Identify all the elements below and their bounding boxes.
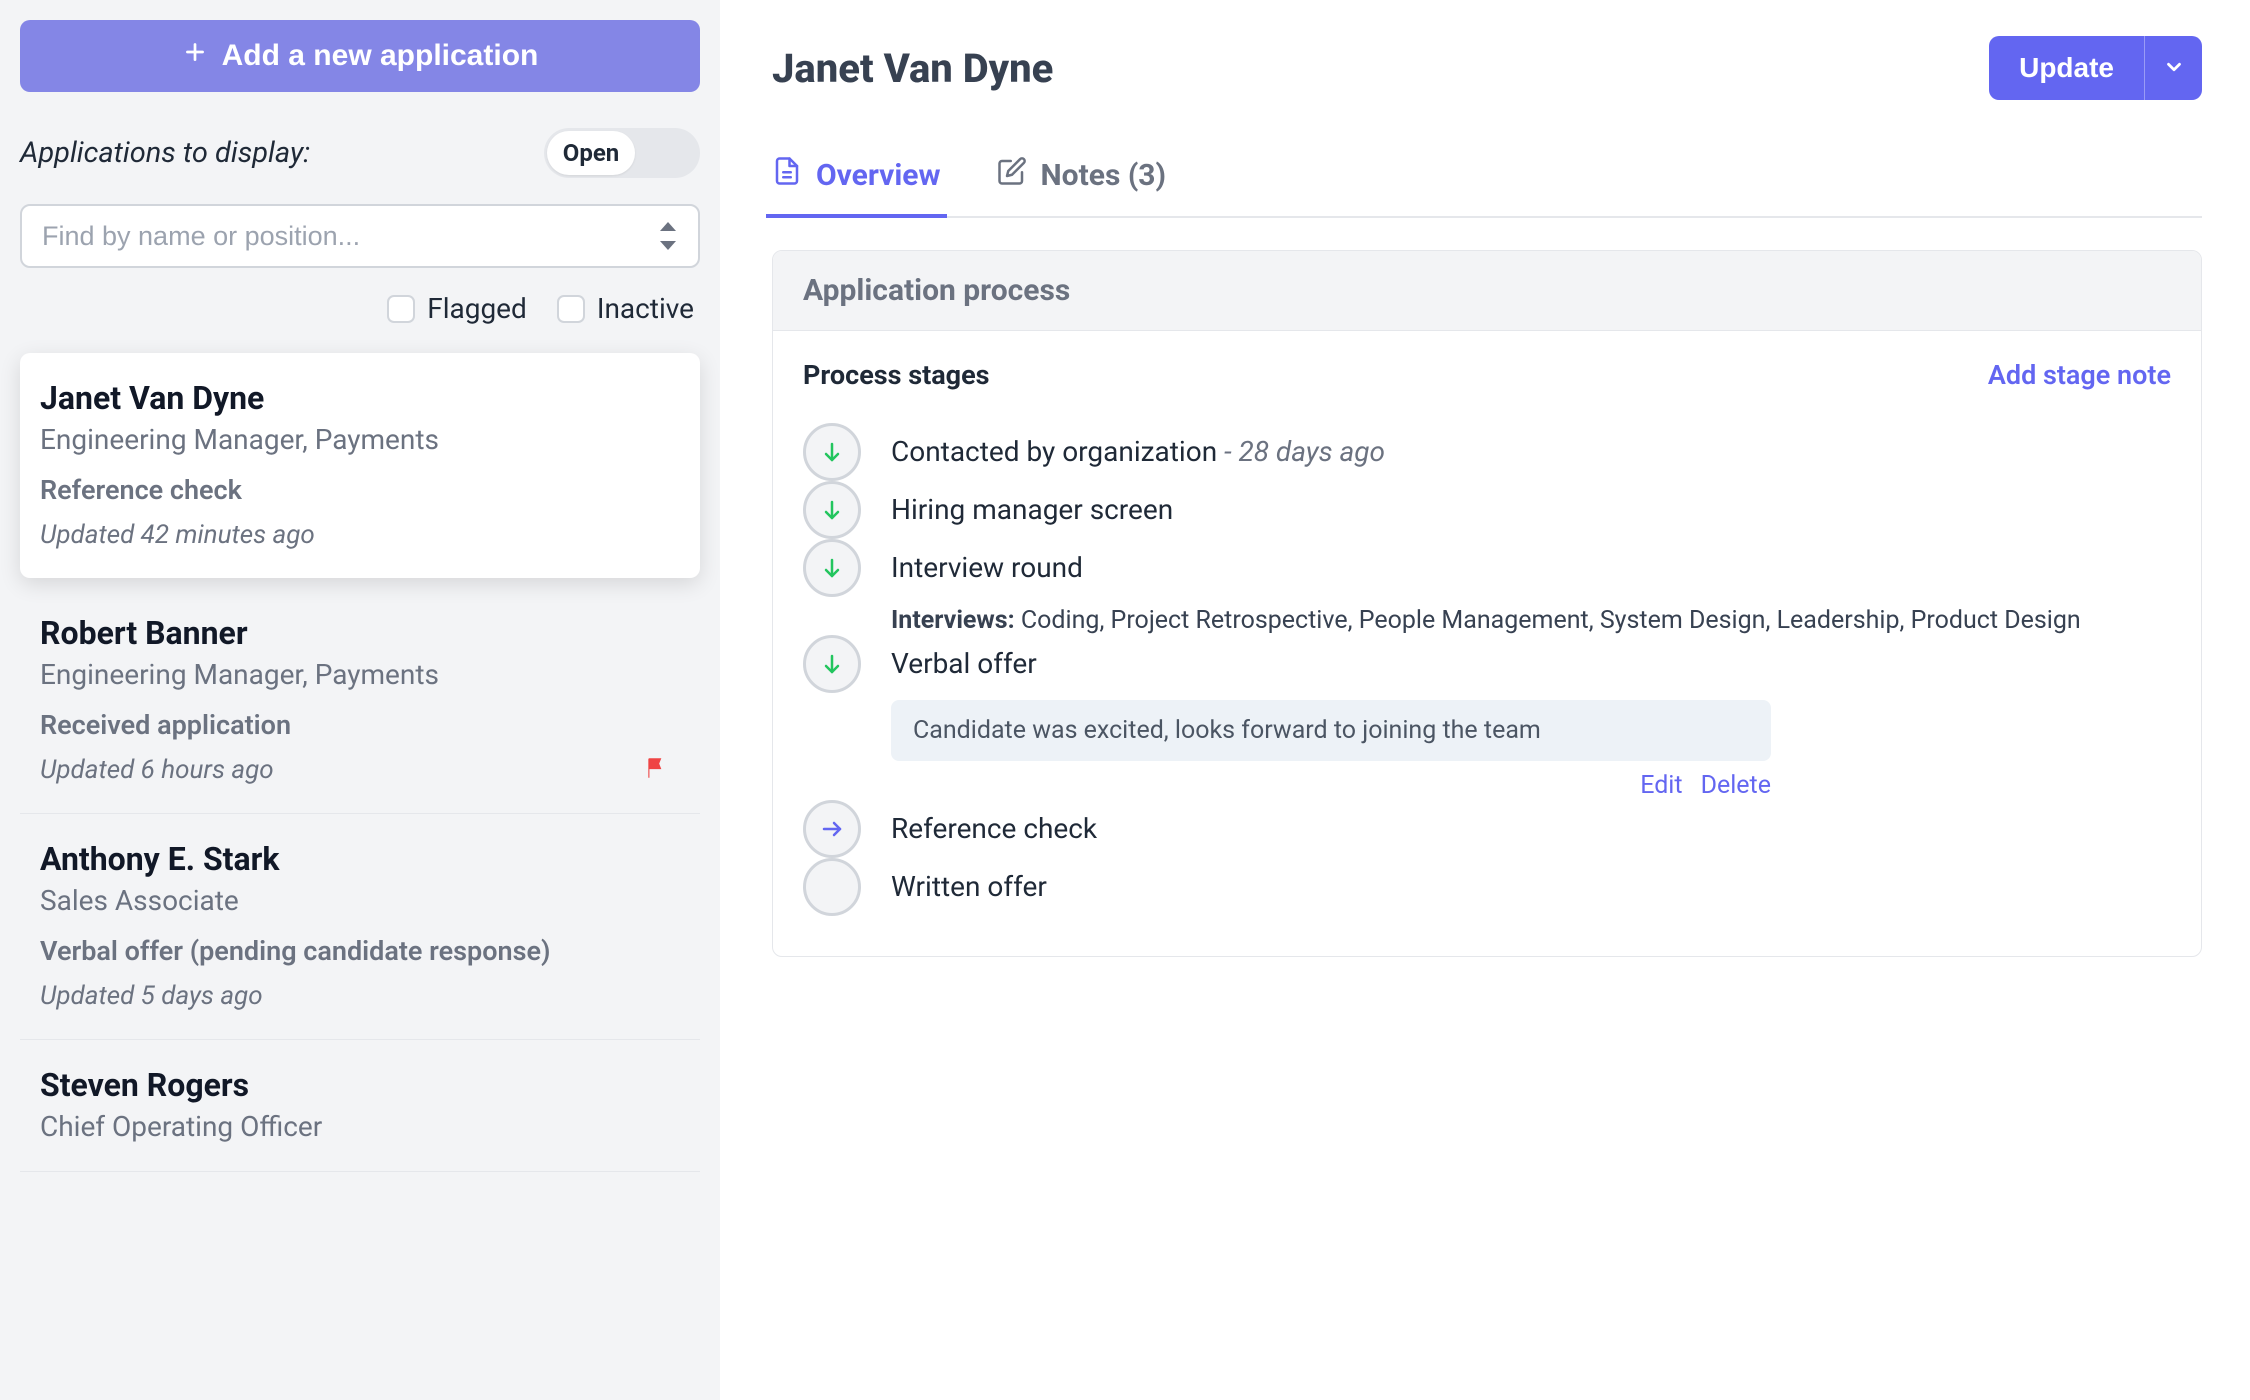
- tab-overview[interactable]: Overview: [772, 156, 941, 216]
- note-edit-link[interactable]: Edit: [1640, 771, 1682, 800]
- filter-label: Applications to display:: [20, 136, 310, 170]
- stage-status-icon: [803, 635, 861, 693]
- stage-label: Reference check: [891, 812, 2171, 845]
- application-process-panel: Application process Process stages Add s…: [772, 250, 2202, 957]
- document-icon: [772, 156, 802, 194]
- application-list: Janet Van Dyne Engineering Manager, Payme…: [20, 353, 700, 1172]
- inactive-label: Inactive: [597, 292, 694, 325]
- stage-row: Interview round Interviews: Coding, Proje…: [803, 539, 2171, 635]
- application-updated: Updated 42 minutes ago: [40, 520, 680, 550]
- stage-row: Reference check: [803, 800, 2171, 858]
- tabs: Overview Notes (3): [772, 156, 2202, 218]
- application-stage: Received application: [40, 709, 680, 741]
- add-application-button[interactable]: Add a new application: [20, 20, 700, 92]
- stage-time: - 28 days ago: [1224, 435, 1385, 468]
- update-button[interactable]: Update: [1989, 36, 2144, 100]
- stage-label: Hiring manager screen: [891, 493, 2171, 526]
- stage-row: Verbal offer Candidate was excited, looks…: [803, 635, 2171, 800]
- update-button-group: Update: [1989, 36, 2202, 100]
- stage-label: Contacted by organization - 28 days ago: [891, 435, 2171, 468]
- edit-icon: [997, 156, 1027, 194]
- application-card[interactable]: Robert Banner Engineering Manager, Paymen…: [20, 588, 700, 814]
- stage-row: Contacted by organization - 28 days ago: [803, 423, 2171, 481]
- panel-title: Application process: [773, 251, 2201, 331]
- application-updated: Updated 5 days ago: [40, 981, 680, 1011]
- application-card[interactable]: Steven Rogers Chief Operating Officer: [20, 1040, 700, 1172]
- stage-status-icon: [803, 423, 861, 481]
- application-name: Anthony E. Stark: [40, 840, 680, 878]
- stage-label: Interview round: [891, 551, 2171, 584]
- toggle-value: Open: [547, 131, 635, 175]
- flag-icon: [644, 755, 670, 785]
- application-stage: Verbal offer (pending candidate response…: [40, 935, 680, 967]
- inactive-filter[interactable]: Inactive: [557, 292, 694, 325]
- application-card[interactable]: Anthony E. Stark Sales Associate Verbal of…: [20, 814, 700, 1040]
- display-toggle[interactable]: Open: [544, 128, 700, 178]
- stages-title: Process stages: [803, 359, 990, 391]
- stage-status-icon: [803, 800, 861, 858]
- application-name: Janet Van Dyne: [40, 379, 680, 417]
- application-position: Engineering Manager, Payments: [40, 423, 680, 456]
- sidebar: Add a new application Applications to di…: [0, 0, 720, 1400]
- stage-row: Hiring manager screen: [803, 481, 2171, 539]
- updown-icon: [660, 222, 678, 250]
- stage-label: Verbal offer: [891, 647, 2171, 680]
- application-name: Robert Banner: [40, 614, 680, 652]
- application-position: Chief Operating Officer: [40, 1110, 680, 1143]
- application-card[interactable]: Janet Van Dyne Engineering Manager, Payme…: [20, 353, 700, 578]
- stage-status-icon: [803, 539, 861, 597]
- tab-notes[interactable]: Notes (3): [997, 156, 1167, 216]
- application-stage: Reference check: [40, 474, 680, 506]
- checkbox-icon: [557, 295, 585, 323]
- plus-icon: [182, 39, 208, 73]
- application-position: Engineering Manager, Payments: [40, 658, 680, 691]
- candidate-title: Janet Van Dyne: [772, 45, 1053, 92]
- application-position: Sales Associate: [40, 884, 680, 917]
- stage-status-icon: [803, 858, 861, 916]
- flagged-filter[interactable]: Flagged: [387, 292, 527, 325]
- flagged-label: Flagged: [427, 292, 527, 325]
- stages-list: Contacted by organization - 28 days ago H…: [803, 423, 2171, 916]
- stage-note: Candidate was excited, looks forward to …: [891, 700, 1771, 761]
- search-input[interactable]: [42, 221, 660, 252]
- stage-label: Written offer: [891, 870, 2171, 903]
- chevron-down-icon: [2163, 56, 2185, 81]
- tab-notes-label: Notes (3): [1041, 158, 1167, 193]
- search-combobox[interactable]: [20, 204, 700, 268]
- note-delete-link[interactable]: Delete: [1701, 771, 1771, 800]
- stage-status-icon: [803, 481, 861, 539]
- application-updated: Updated 6 hours ago: [40, 755, 680, 785]
- update-dropdown-button[interactable]: [2144, 36, 2202, 100]
- stage-interviews: Interviews: Coding, Project Retrospectiv…: [891, 606, 2171, 635]
- add-application-label: Add a new application: [222, 39, 539, 73]
- application-name: Steven Rogers: [40, 1066, 680, 1104]
- main-panel: Janet Van Dyne Update Overview: [720, 0, 2250, 1400]
- add-stage-note-link[interactable]: Add stage note: [1988, 359, 2171, 391]
- checkbox-icon: [387, 295, 415, 323]
- stage-row: Written offer: [803, 858, 2171, 916]
- tab-overview-label: Overview: [816, 158, 941, 193]
